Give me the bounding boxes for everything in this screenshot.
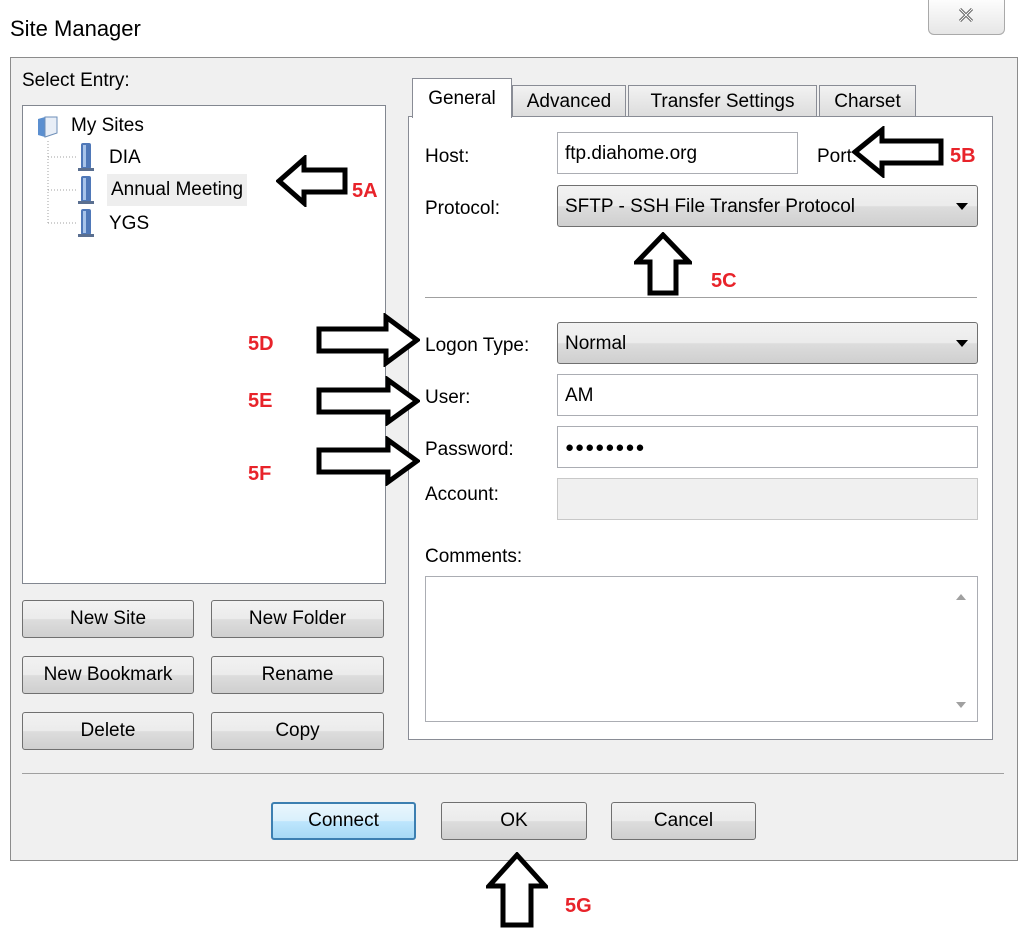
scroll-up-icon[interactable] [956, 594, 966, 600]
annotation-5e: 5E [248, 390, 273, 412]
cancel-button[interactable]: Cancel [611, 802, 756, 840]
comments-textarea[interactable] [425, 576, 978, 722]
logon-type-label: Logon Type: [425, 335, 530, 356]
bottom-separator [22, 773, 1004, 774]
annotation-5g: 5G [565, 895, 592, 917]
account-label: Account: [425, 484, 499, 505]
annotation-arrow-up-icon [486, 852, 548, 928]
new-site-button[interactable]: New Site [22, 600, 194, 638]
tree-item-dia[interactable]: DIA [109, 147, 141, 169]
chevron-down-icon [956, 340, 968, 347]
host-input[interactable]: ftp.diahome.org [557, 132, 798, 174]
protocol-label: Protocol: [425, 198, 500, 219]
close-icon [958, 7, 974, 23]
connect-button[interactable]: Connect [271, 802, 416, 840]
server-icon [78, 176, 94, 204]
separator [425, 297, 977, 298]
protocol-select[interactable]: SFTP - SSH File Transfer Protocol [557, 185, 978, 227]
protocol-value: SFTP - SSH File Transfer Protocol [565, 196, 856, 217]
annotation-5b: 5B [950, 145, 976, 167]
tab-charset[interactable]: Charset [819, 85, 916, 117]
annotation-5d: 5D [248, 333, 274, 355]
tab-advanced[interactable]: Advanced [512, 85, 626, 117]
tab-transfer-settings[interactable]: Transfer Settings [628, 85, 817, 117]
chevron-down-icon [956, 203, 968, 210]
tree-item-annual-meeting[interactable]: Annual Meeting [107, 174, 248, 206]
new-bookmark-button[interactable]: New Bookmark [22, 656, 194, 694]
server-icon [78, 143, 94, 171]
comments-scrollbar[interactable] [946, 578, 976, 719]
tree-root-my-sites[interactable]: My Sites [71, 115, 144, 137]
window-title: Site Manager [10, 16, 141, 41]
annotation-arrow-right-icon [316, 436, 420, 486]
tree-item-ygs[interactable]: YGS [109, 213, 149, 235]
user-label: User: [425, 387, 471, 408]
folder-icon [38, 116, 58, 138]
select-entry-label: Select Entry: [22, 70, 130, 91]
new-folder-button[interactable]: New Folder [211, 600, 384, 638]
copy-button[interactable]: Copy [211, 712, 384, 750]
logon-type-value: Normal [565, 333, 627, 354]
password-input[interactable]: ●●●●●●●● [557, 426, 978, 468]
server-icon [78, 209, 94, 237]
logon-type-select[interactable]: Normal [557, 322, 978, 364]
annotation-5a: 5A [352, 180, 378, 202]
comments-label: Comments: [425, 546, 523, 567]
scroll-down-icon[interactable] [956, 702, 966, 708]
annotation-5c: 5C [711, 270, 737, 292]
rename-button[interactable]: Rename [211, 656, 384, 694]
annotation-arrow-right-icon [316, 376, 420, 426]
annotation-arrow-right-icon [316, 313, 420, 367]
account-input[interactable] [557, 478, 978, 520]
password-label: Password: [425, 439, 514, 460]
annotation-arrow-left-icon [852, 126, 944, 178]
annotation-arrow-left-icon [276, 155, 348, 207]
host-label: Host: [425, 146, 470, 167]
annotation-arrow-up-icon [634, 232, 692, 296]
user-input[interactable]: AM [557, 374, 978, 416]
annotation-5f: 5F [248, 463, 272, 485]
delete-button[interactable]: Delete [22, 712, 194, 750]
tab-general[interactable]: General [412, 78, 512, 118]
ok-button[interactable]: OK [441, 802, 587, 840]
close-button[interactable] [928, 0, 1005, 35]
